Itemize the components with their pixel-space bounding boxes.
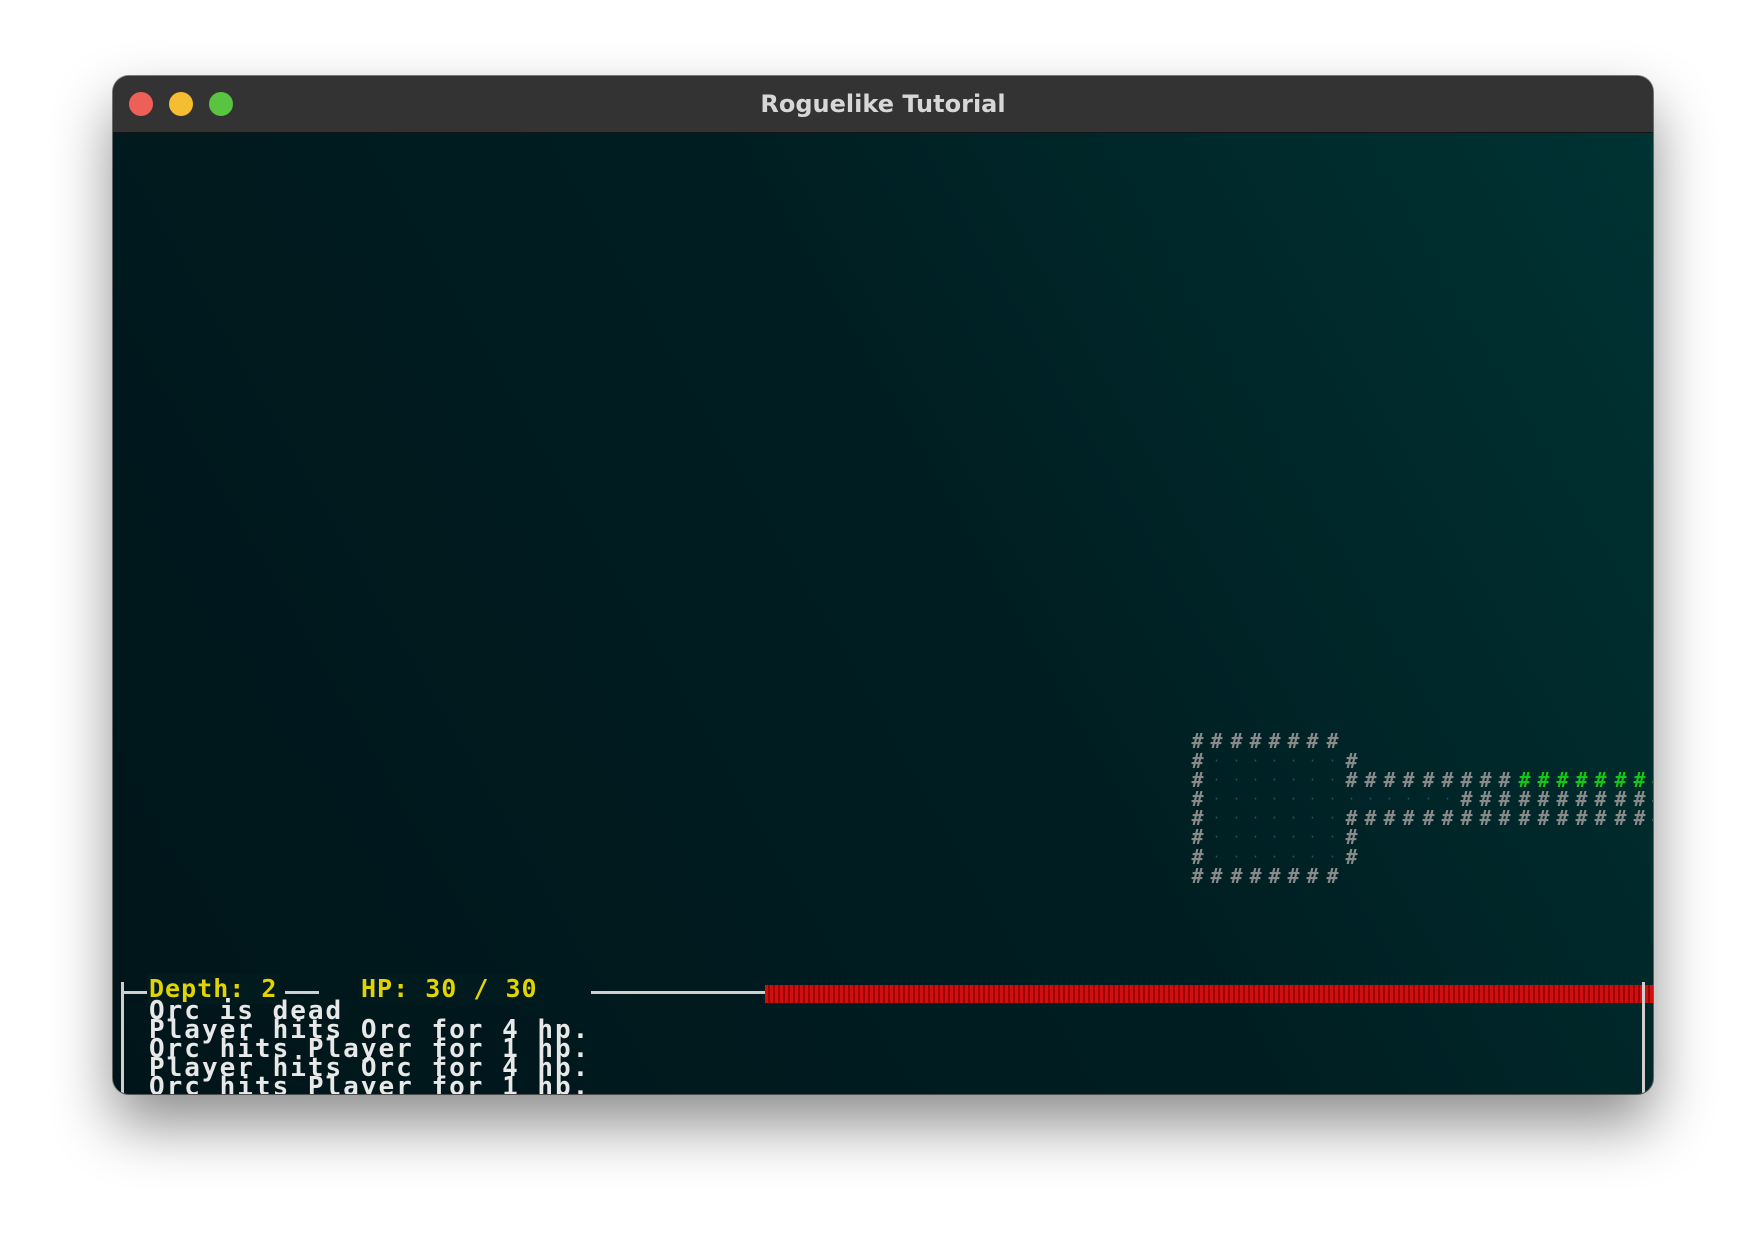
wall-tile-remembered: #: [1326, 864, 1339, 888]
floor-tile: ·: [1289, 830, 1298, 844]
wall-tile-remembered: #: [1287, 729, 1300, 753]
floor-tile: ·: [1328, 754, 1337, 768]
floor-tile: ·: [1212, 754, 1221, 768]
floor-tile: ·: [1251, 792, 1260, 806]
dungeon-map: ##·#######·········##···········##······…: [113, 133, 1653, 1094]
hud-border-segment: [591, 991, 765, 994]
title-bar[interactable]: Roguelike Tutorial: [113, 76, 1653, 133]
game-viewport[interactable]: ##·#######·········##···········##······…: [113, 133, 1653, 1094]
floor-tile: ·: [1270, 830, 1279, 844]
floor-tile: ·: [1270, 792, 1279, 806]
wall-tile-remembered: #: [1287, 864, 1300, 888]
floor-tile: ·: [1270, 811, 1279, 825]
wall-tile-remembered: #: [1460, 806, 1473, 830]
floor-tile: ·: [1232, 754, 1241, 768]
wall-tile-remembered: #: [1210, 864, 1223, 888]
floor-tile: ·: [1212, 830, 1221, 844]
floor-tile: ·: [1212, 773, 1221, 787]
floor-tile: ·: [1251, 754, 1260, 768]
wall-tile-remembered: #: [1345, 768, 1358, 792]
game-window: Roguelike Tutorial ##·#######·········##…: [113, 76, 1653, 1094]
hp-label: HP: 30 / 30: [359, 974, 540, 1004]
floor-tile: ·: [1232, 830, 1241, 844]
floor-tile: ·: [1251, 773, 1260, 787]
floor-tile: ·: [1328, 811, 1337, 825]
floor-tile: ·: [1289, 773, 1298, 787]
wall-tile-remembered: #: [1518, 806, 1531, 830]
wall-tile-remembered: #: [1441, 768, 1454, 792]
window-title: Roguelike Tutorial: [760, 90, 1006, 118]
floor-tile: ·: [1232, 773, 1241, 787]
wall-tile-remembered: #: [1306, 864, 1319, 888]
floor-tile: ·: [1308, 830, 1317, 844]
wall-tile-remembered: #: [1441, 806, 1454, 830]
hud-border-segment: [121, 991, 147, 994]
wall-tile-remembered: #: [1249, 729, 1262, 753]
floor-tile: ·: [1270, 754, 1279, 768]
hud-border-segment: [285, 991, 319, 994]
wall-tile-remembered: #: [1383, 806, 1396, 830]
wall-tile-remembered: #: [1306, 729, 1319, 753]
floor-tile: ·: [1328, 773, 1337, 787]
floor-tile: ·: [1308, 754, 1317, 768]
floor-tile: ·: [1308, 811, 1317, 825]
floor-tile: ·: [1328, 792, 1337, 806]
wall-tile-remembered: #: [1402, 806, 1415, 830]
floor-tile: ·: [1289, 811, 1298, 825]
wall-tile-remembered: #: [1230, 864, 1243, 888]
wall-tile-remembered: #: [1498, 806, 1511, 830]
wall-tile-remembered: #: [1537, 806, 1550, 830]
wall-tile-remembered: #: [1364, 806, 1377, 830]
floor-tile: ·: [1289, 754, 1298, 768]
wall-tile-remembered: #: [1422, 768, 1435, 792]
floor-tile: ·: [1232, 792, 1241, 806]
wall-tile-remembered: #: [1210, 729, 1223, 753]
wall-tile-remembered: #: [1649, 808, 1653, 828]
wall-tile-remembered: #: [1268, 864, 1281, 888]
floor-tile: ·: [1270, 773, 1279, 787]
wall-tile-remembered: #: [1575, 806, 1588, 830]
wall-tile-remembered: #: [1383, 768, 1396, 792]
wall-tile-remembered: #: [1633, 806, 1646, 830]
wall-tile-remembered: #: [1422, 806, 1435, 830]
wall-tile-remembered: #: [1556, 806, 1569, 830]
floor-tile: ·: [1308, 773, 1317, 787]
wall-tile-remembered: #: [1345, 845, 1358, 869]
floor-tile: ·: [1212, 792, 1221, 806]
wall-tile-remembered: #: [1614, 806, 1627, 830]
floor-tile: ·: [1308, 792, 1317, 806]
wall-tile-remembered: #: [1479, 806, 1492, 830]
wall-tile-remembered: #: [1268, 729, 1281, 753]
wall-tile-remembered: #: [1249, 864, 1262, 888]
floor-tile: ·: [1289, 792, 1298, 806]
message-log: Orc is dead Player hits Orc for 4 hp. Or…: [149, 998, 1449, 1094]
wall-tile-remembered: #: [1191, 864, 1204, 888]
floor-tile: ·: [1251, 811, 1260, 825]
wall-tile-remembered: #: [1326, 729, 1339, 753]
floor-tile: ·: [1251, 830, 1260, 844]
log-line: Orc hits Player for 1 hp.: [149, 1072, 591, 1094]
wall-tile-remembered: #: [1594, 806, 1607, 830]
floor-tile: ·: [1212, 811, 1221, 825]
floor-tile: ·: [1328, 830, 1337, 844]
wall-tile-remembered: #: [1364, 768, 1377, 792]
wall-tile-remembered: #: [1402, 768, 1415, 792]
wall-tile-remembered: #: [1230, 729, 1243, 753]
floor-tile: ·: [1232, 811, 1241, 825]
